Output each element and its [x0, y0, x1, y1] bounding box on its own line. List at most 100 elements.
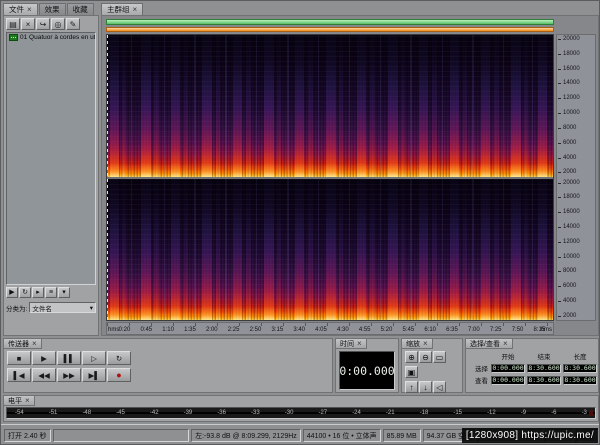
tab-zoom[interactable]: 缩放 ×	[402, 339, 433, 349]
spectral-bar	[122, 35, 127, 177]
file-list[interactable]: 01 Quatuor à cordes en ut	[6, 32, 96, 285]
close-file-button[interactable]: ×	[21, 18, 35, 30]
time-tick-label: 2:25	[227, 327, 240, 333]
tab-time[interactable]: 时间 ×	[336, 339, 367, 349]
play-from-cursor-button[interactable]: ▷	[82, 351, 106, 365]
zoom-out-vertical-button[interactable]: ↓	[419, 381, 432, 393]
time-tick-label: 2:00	[205, 327, 218, 333]
horizontal-scroll-bar[interactable]	[106, 19, 554, 25]
db-scale-label: -27	[318, 410, 328, 416]
spectral-display[interactable]	[106, 34, 554, 321]
spectral-bar	[225, 178, 227, 320]
time-tick-label: 3:15	[271, 327, 284, 333]
db-scale-label: -6	[551, 410, 557, 416]
playhead-cursor[interactable]	[107, 35, 108, 320]
spectrogram-channel-right[interactable]	[107, 178, 553, 320]
zoom-to-selection-button[interactable]: ▭	[433, 351, 446, 363]
import-file-button[interactable]: ▤	[6, 18, 20, 30]
spectral-bar	[472, 178, 474, 320]
clip-indicator[interactable]	[589, 410, 593, 416]
record-button[interactable]: ●	[107, 368, 131, 382]
time-tick-label: 3:40	[293, 327, 305, 333]
status-item: 85.89 MB	[382, 429, 421, 442]
insert-into-cd-button[interactable]: ◎	[51, 18, 65, 30]
value-field-0[interactable]: 0:00.000	[491, 363, 525, 373]
spectral-bar	[431, 35, 437, 177]
show-options-button[interactable]: ≡	[45, 287, 57, 298]
spectral-bar	[163, 35, 165, 177]
file-list-item[interactable]: 01 Quatuor à cordes en ut	[7, 33, 95, 42]
close-icon[interactable]: ×	[133, 5, 138, 14]
tab-transport[interactable]: 传送器 ×	[4, 339, 42, 349]
zoom-full-button[interactable]: ▣	[405, 366, 418, 378]
files-panel: 文件 × 效果 收藏 ▤ × ↪ ◎ ✎ 01 Quatuor à cordes en …	[3, 3, 99, 336]
tab-files[interactable]: 文件 ×	[3, 3, 38, 15]
pause-button[interactable]: ▌▌	[57, 351, 81, 365]
zoom-left-edge-button[interactable]: ◁	[433, 381, 446, 393]
tab-selection-view[interactable]: 选择/查看 ×	[466, 339, 513, 349]
close-icon[interactable]: ×	[32, 339, 37, 348]
spectral-bar	[154, 35, 160, 177]
column-header-1: 结束	[537, 354, 551, 361]
value-field-2[interactable]: 8:30.600	[563, 375, 597, 385]
fast-forward-button[interactable]: ▶▶	[57, 368, 81, 382]
auto-play-button[interactable]: ▸	[32, 287, 44, 298]
tab-favorites[interactable]: 收藏	[66, 3, 94, 15]
frequency-tick-label: 6000	[557, 140, 593, 146]
time-tick-label: 1:10	[162, 327, 174, 333]
play-looped-button[interactable]: ↻	[107, 351, 131, 365]
zoom-in-vertical-button[interactable]: ↑	[405, 381, 418, 393]
close-icon[interactable]: ×	[423, 339, 428, 348]
close-icon[interactable]: ×	[357, 339, 362, 348]
spectral-bar	[532, 178, 534, 320]
spectral-bar	[387, 178, 398, 320]
timeline-ruler[interactable]: hms 0:20 0:45 1:10 1:35 2:00 2:25 2:50 3:15 3:40 4…	[106, 322, 554, 335]
close-icon[interactable]: ×	[503, 339, 508, 348]
spectral-bar	[171, 35, 181, 177]
db-scale-label: -12	[487, 410, 496, 416]
play-preview-button[interactable]: ▶	[6, 287, 18, 298]
insert-into-multitrack-button[interactable]: ↪	[36, 18, 50, 30]
chevron-down-icon: ▾	[89, 304, 93, 312]
stop-button[interactable]: ■	[7, 351, 31, 365]
spectral-bar	[245, 35, 251, 177]
value-field-2[interactable]: 8:30.600	[563, 363, 597, 373]
rewind-button[interactable]: ◀◀	[32, 368, 56, 382]
tab-levels-label: 电平	[8, 397, 22, 405]
spectral-bar	[276, 35, 281, 177]
selection-range-bar[interactable]	[106, 27, 554, 32]
frequency-tick-label: 20000	[557, 180, 593, 186]
tab-levels[interactable]: 电平 ×	[4, 396, 35, 406]
value-field-1[interactable]: 8:30.600	[527, 375, 561, 385]
play-button[interactable]: ▶	[32, 351, 56, 365]
value-field-1[interactable]: 8:30.600	[527, 363, 561, 373]
spectral-bar	[202, 178, 213, 320]
time-display[interactable]: 0:00.000	[339, 351, 395, 390]
zoom-out-horizontal-button[interactable]: ⊖	[419, 351, 432, 363]
level-meter[interactable]: -54 -51 -48 -45 -42 -39 -36 -33 -30 -27 -24 -21 -18 -…	[6, 407, 596, 419]
value-field-0[interactable]: 0:00.000	[491, 375, 525, 385]
close-icon[interactable]: ×	[27, 5, 32, 14]
selection-view-grid: 开始 结束 长度 选择 0:00.000 8:30.600 8:30.600 查看 0:00.0…	[469, 351, 597, 385]
edit-file-button[interactable]: ✎	[66, 18, 80, 30]
spectral-bar	[183, 35, 188, 177]
zoom-in-horizontal-button[interactable]: ⊕	[405, 351, 418, 363]
close-icon[interactable]: ×	[25, 396, 30, 405]
filter-files-button[interactable]: ▾	[58, 287, 70, 298]
spectral-bar	[379, 35, 381, 177]
go-to-start-button[interactable]: ▌◀	[7, 368, 31, 382]
frequency-ruler[interactable]: 20000 18000 16000 14000 12000 10000 8000 6000 40…	[556, 34, 596, 321]
tab-main-group[interactable]: 主群组 ×	[101, 3, 144, 15]
loop-preview-button[interactable]: ↻	[19, 287, 31, 298]
tab-effects[interactable]: 效果	[38, 3, 66, 15]
status-spacer	[52, 429, 190, 442]
spectral-bar	[431, 178, 437, 320]
spectral-bar	[295, 35, 305, 177]
go-to-end-button[interactable]: ▶▌	[82, 368, 106, 382]
channel-divider[interactable]	[107, 176, 553, 179]
transport-row-1: ■ ▶ ▌▌ ▷ ↻	[7, 351, 329, 368]
spectral-bar	[480, 178, 490, 320]
sort-by-select[interactable]: 文件名 ▾	[29, 302, 96, 313]
spectral-bar	[462, 35, 467, 177]
spectrogram-channel-left[interactable]	[107, 35, 553, 177]
